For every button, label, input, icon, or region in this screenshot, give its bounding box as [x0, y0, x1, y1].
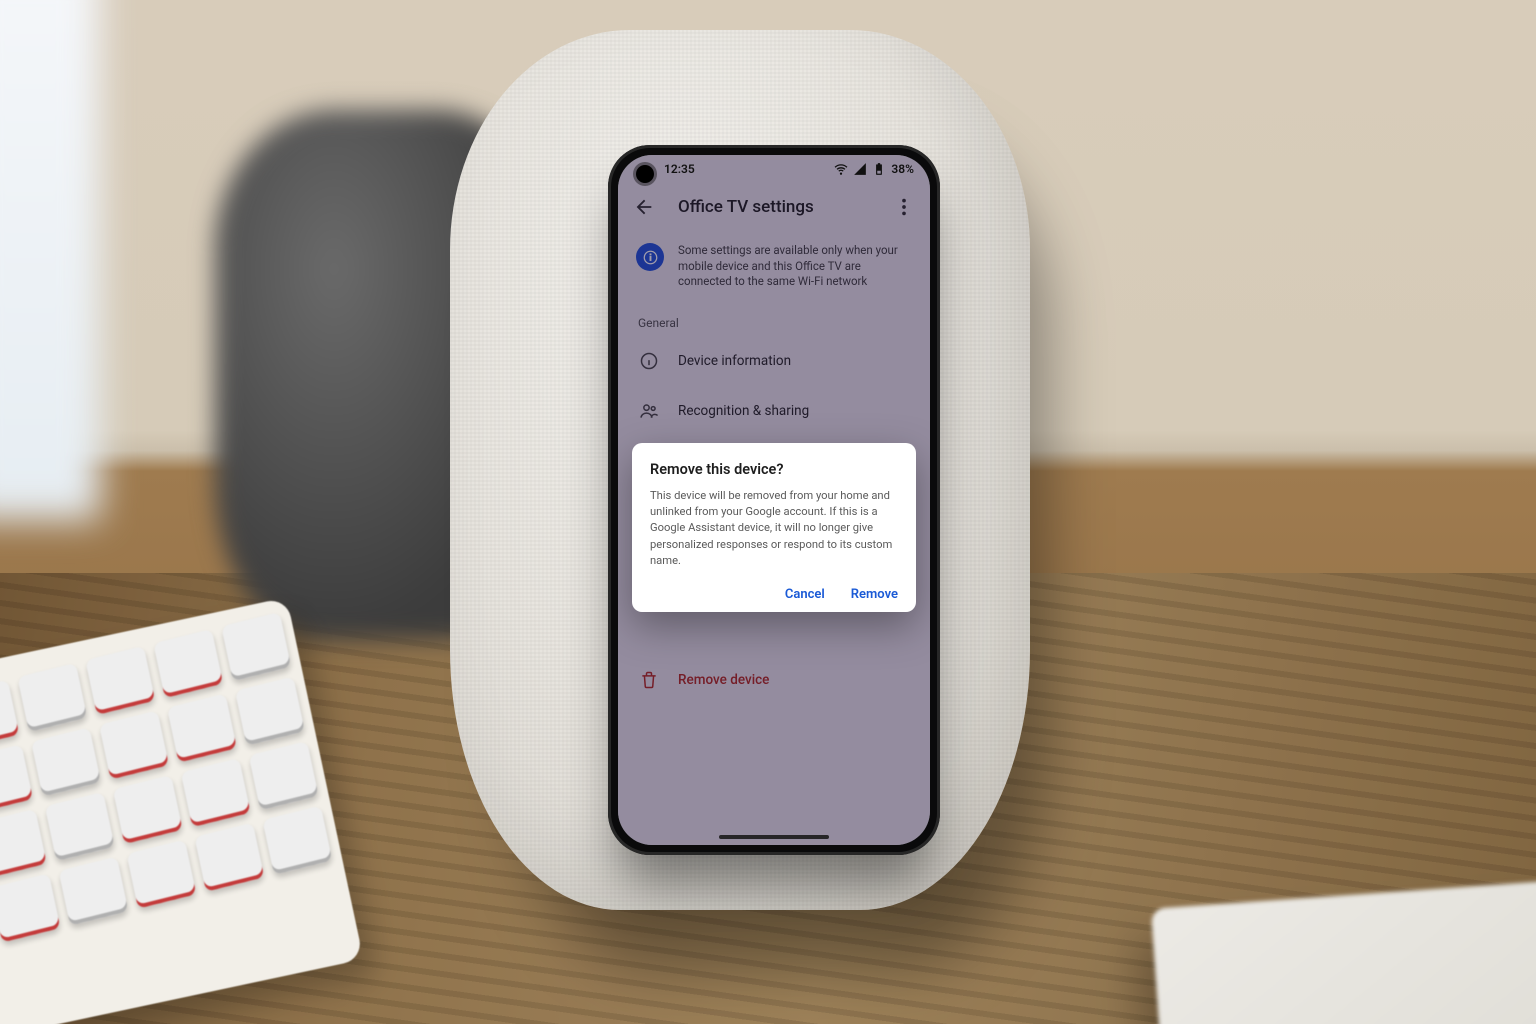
battery-percent: 38% [891, 162, 914, 176]
photo-scene: 12:35 38% Office TV settings [0, 0, 1536, 1024]
wifi-icon [834, 162, 848, 176]
phone-screen: 12:35 38% Office TV settings [618, 155, 930, 845]
remove-device-dialog: Remove this device? This device will be … [632, 443, 916, 612]
gesture-nav-bar[interactable] [719, 835, 829, 839]
status-bar: 12:35 38% [618, 155, 930, 183]
smartphone: 12:35 38% Office TV settings [608, 145, 940, 855]
signal-icon [853, 162, 867, 176]
dialog-body: This device will be removed from your ho… [650, 488, 898, 569]
dialog-confirm-button[interactable]: Remove [851, 587, 898, 602]
dialog-cancel-button[interactable]: Cancel [785, 587, 825, 602]
background-window [0, 0, 100, 520]
battery-icon [872, 162, 886, 176]
dialog-title: Remove this device? [650, 461, 898, 478]
status-time: 12:35 [664, 162, 695, 176]
punch-hole-camera [636, 165, 654, 183]
